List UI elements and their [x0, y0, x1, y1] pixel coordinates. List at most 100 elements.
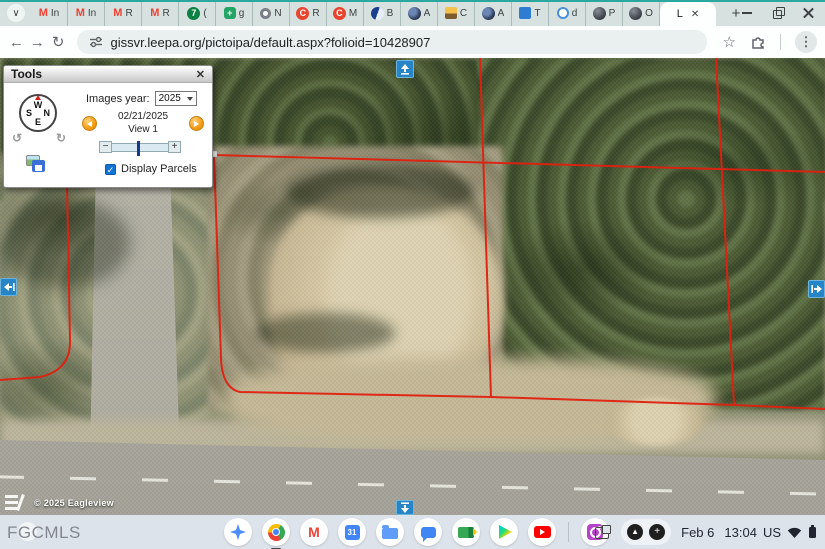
quick-controls-pill: ▲ + [621, 519, 671, 545]
tab[interactable]: C [438, 0, 475, 26]
minimize-button[interactable] [741, 7, 753, 19]
sphere-favicon [629, 7, 642, 20]
tab[interactable]: +g [216, 0, 253, 26]
previous-view-button[interactable] [82, 116, 97, 131]
zoom-slider: − + [99, 141, 181, 153]
os-shelf: FGCMLS M 31 ▲ + Feb 6 [0, 515, 825, 549]
tab[interactable]: CR [290, 0, 327, 26]
capture-date: 02/21/2025 [118, 111, 168, 124]
tab[interactable]: P [586, 0, 623, 26]
folder-icon [382, 528, 398, 539]
save-image-button[interactable] [26, 155, 46, 173]
restore-button[interactable] [772, 7, 784, 19]
tab[interactable]: MIn [31, 0, 68, 26]
tab[interactable]: d [549, 0, 586, 26]
tools-panel: Tools ✕ W S N E ↺ ↻ [3, 65, 213, 188]
tab-title: A [498, 8, 505, 19]
map-attribution: © 2025 Eagleview [5, 495, 114, 510]
shelf-apps: M 31 [224, 518, 609, 546]
tab-search-button[interactable]: ∨ [7, 4, 25, 22]
chat-app-button[interactable] [414, 518, 442, 546]
display-parcels-row: ✓ Display Parcels [105, 163, 197, 175]
tab[interactable]: B [364, 0, 401, 26]
close-panel-icon[interactable]: ✕ [196, 68, 205, 81]
chevron-down-icon: ∨ [12, 8, 19, 19]
toolbar-actions: ☆ ⋮ [723, 31, 817, 53]
play-store-app-button[interactable] [490, 518, 518, 546]
compass-letter-bottom: E [35, 117, 41, 127]
tab[interactable]: 7( [179, 0, 216, 26]
display-parcels-checkbox[interactable]: ✓ [105, 164, 116, 175]
files-app-button[interactable] [376, 518, 404, 546]
arrow-right-icon [194, 121, 199, 127]
pan-up-button[interactable] [396, 60, 414, 78]
gmail-favicon: M [150, 7, 159, 19]
tab-strip: ∨ MIn MIn MR MR 7( +g N CR CM B A C A T … [0, 0, 825, 26]
calendar-icon: 31 [345, 525, 360, 540]
meet-app-button[interactable] [452, 518, 480, 546]
back-button[interactable]: ← [8, 34, 25, 51]
chrome-icon [268, 524, 285, 541]
calendar-app-button[interactable]: 31 [338, 518, 366, 546]
compass-letter-top: W [34, 100, 43, 110]
view-date-block: 02/21/2025 View 1 [118, 111, 168, 136]
year-select[interactable]: 2025 [155, 91, 197, 106]
close-window-button[interactable] [803, 7, 815, 19]
tab-title: T [534, 8, 540, 19]
bookmark-star-icon[interactable]: ☆ [723, 33, 736, 51]
tab[interactable]: N [253, 0, 290, 26]
dropdown-arrow-icon [187, 97, 193, 101]
pan-left-button[interactable] [0, 278, 17, 296]
caret-up-button[interactable]: ▲ [627, 524, 643, 540]
zoom-slider-track[interactable] [112, 143, 168, 152]
site-info-icon[interactable] [89, 35, 103, 49]
gmail-app-button[interactable]: M [300, 518, 328, 546]
rotate-left-icon[interactable]: ↺ [12, 131, 22, 145]
zoom-in-button[interactable]: + [168, 141, 181, 153]
pan-right-button[interactable] [808, 280, 825, 298]
next-view-button[interactable] [189, 116, 204, 131]
add-button[interactable]: + [649, 524, 665, 540]
active-tab[interactable]: L ✕ [660, 2, 716, 26]
zoom-slider-handle[interactable] [137, 141, 140, 156]
tab[interactable]: MIn [68, 0, 105, 26]
tab-title: In [51, 8, 59, 19]
tab[interactable]: O [623, 0, 660, 26]
gmail-favicon: M [113, 7, 122, 19]
compass-rose[interactable]: W S N E ↺ ↻ [16, 91, 62, 137]
active-tab-title: L [677, 8, 683, 20]
url-text: gissvr.leepa.org/pictoipa/default.aspx?f… [111, 35, 431, 50]
rotate-right-icon[interactable]: ↻ [56, 131, 66, 145]
chrome-app-button[interactable] [262, 518, 290, 546]
tools-panel-body: W S N E ↺ ↻ Images year: 2025 [4, 83, 212, 187]
tab[interactable]: MR [105, 0, 142, 26]
tools-panel-header[interactable]: Tools ✕ [4, 66, 212, 83]
browser-menu-button[interactable]: ⋮ [795, 31, 817, 53]
forward-button[interactable]: → [29, 34, 46, 51]
system-tray[interactable]: 13:04 US [724, 525, 817, 540]
close-tab-icon[interactable]: ✕ [691, 9, 699, 20]
youtube-app-button[interactable] [528, 518, 556, 546]
tab[interactable]: T [512, 0, 549, 26]
shelf-divider [568, 522, 569, 542]
extensions-icon[interactable] [750, 34, 766, 50]
tab[interactable]: A [475, 0, 512, 26]
shelf-status-area: ▲ + Feb 6 13:04 US [595, 519, 817, 545]
tab[interactable]: MR [142, 0, 179, 26]
tab[interactable]: A [401, 0, 438, 26]
shelf-date[interactable]: Feb 6 [681, 525, 714, 540]
tab[interactable]: CM [327, 0, 364, 26]
aerial-map-viewport[interactable]: © 2025 Eagleview Tools ✕ W S N E ↺ [0, 58, 825, 515]
launcher-button[interactable] [224, 518, 252, 546]
youtube-icon [534, 526, 551, 538]
reload-button[interactable]: ↻ [50, 33, 67, 51]
tab-title: g [239, 8, 245, 19]
screen-capture-icon[interactable] [595, 525, 611, 539]
toolbar-divider [780, 34, 781, 50]
tab-title: P [609, 8, 616, 19]
address-bar[interactable]: gissvr.leepa.org/pictoipa/default.aspx?f… [77, 30, 707, 54]
compass-letter-left: S [26, 108, 32, 118]
pan-down-button[interactable] [396, 500, 414, 515]
tab-title: N [274, 8, 281, 19]
zoom-out-button[interactable]: − [99, 141, 112, 153]
